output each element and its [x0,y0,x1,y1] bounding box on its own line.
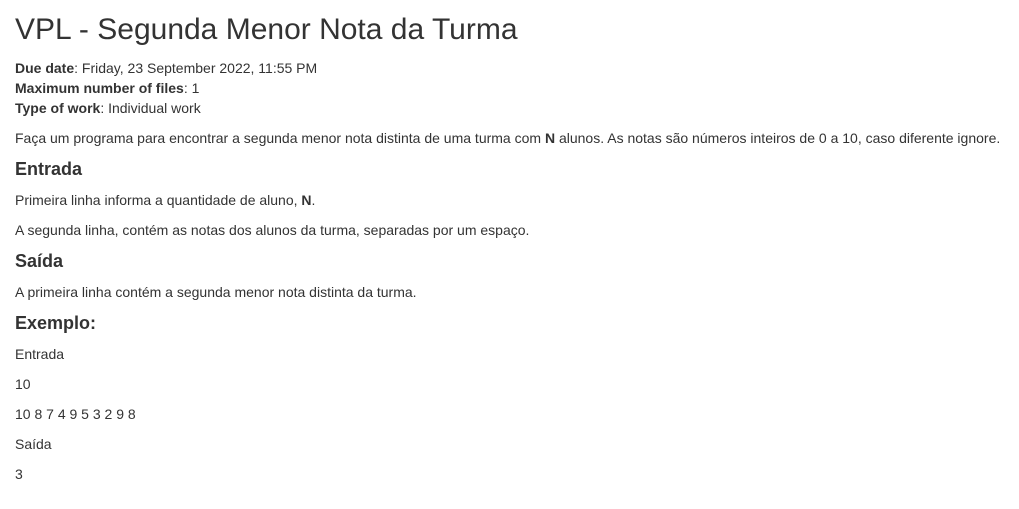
page-title: VPL - Segunda Menor Nota da Turma [15,13,518,46]
due-date-label: Due date [15,60,75,76]
description-text-start: Faça um programa para encontrar a segund… [15,130,545,146]
max-files-row: Maximum number of files: 1 [15,78,1004,98]
vpl-page: VPL - Segunda Menor Nota da Turma Due da… [0,0,1019,509]
due-date-row: Due date: Friday, 23 September 2022, 11:… [15,58,1004,78]
problem-description: Faça um programa para encontrar a segund… [15,128,1004,148]
entrada-heading: Entrada [15,159,83,179]
entrada-line-2: A segunda linha, contém as notas dos alu… [15,222,530,238]
example-block: Entrada 10 10 8 7 4 9 5 3 2 9 8 Saída 3 [15,344,1004,484]
max-files-label: Maximum number of files [15,80,184,96]
work-type-value: : Individual work [100,100,201,116]
saida-line-1: A primeira linha contém a segunda menor … [15,284,417,300]
work-type-label: Type of work [15,100,101,116]
entrada-line-1-bold: N [301,192,312,208]
exemplo-heading: Exemplo: [15,313,97,333]
entrada-line-1: Primeira linha informa a quantidade de a… [15,190,1004,210]
entrada-line-1-end: . [311,192,316,208]
example-line: 10 8 7 4 9 5 3 2 9 8 [15,406,136,422]
work-type-row: Type of work: Individual work [15,98,1004,118]
example-line: Entrada [15,346,65,362]
example-line: 10 [15,376,31,392]
description-bold-n: N [544,130,556,146]
entrada-line-1-text: Primeira linha informa a quantidade de a… [15,192,302,208]
description-text-end: alunos. As notas são números inteiros de… [555,130,1001,146]
assignment-meta: Due date: Friday, 23 September 2022, 11:… [15,58,1004,118]
due-date-value: : Friday, 23 September 2022, 11:55 PM [74,60,318,76]
max-files-value: : 1 [183,80,200,96]
example-line: 3 [15,466,23,482]
saida-heading: Saída [15,251,64,271]
example-line: Saída [15,436,52,452]
